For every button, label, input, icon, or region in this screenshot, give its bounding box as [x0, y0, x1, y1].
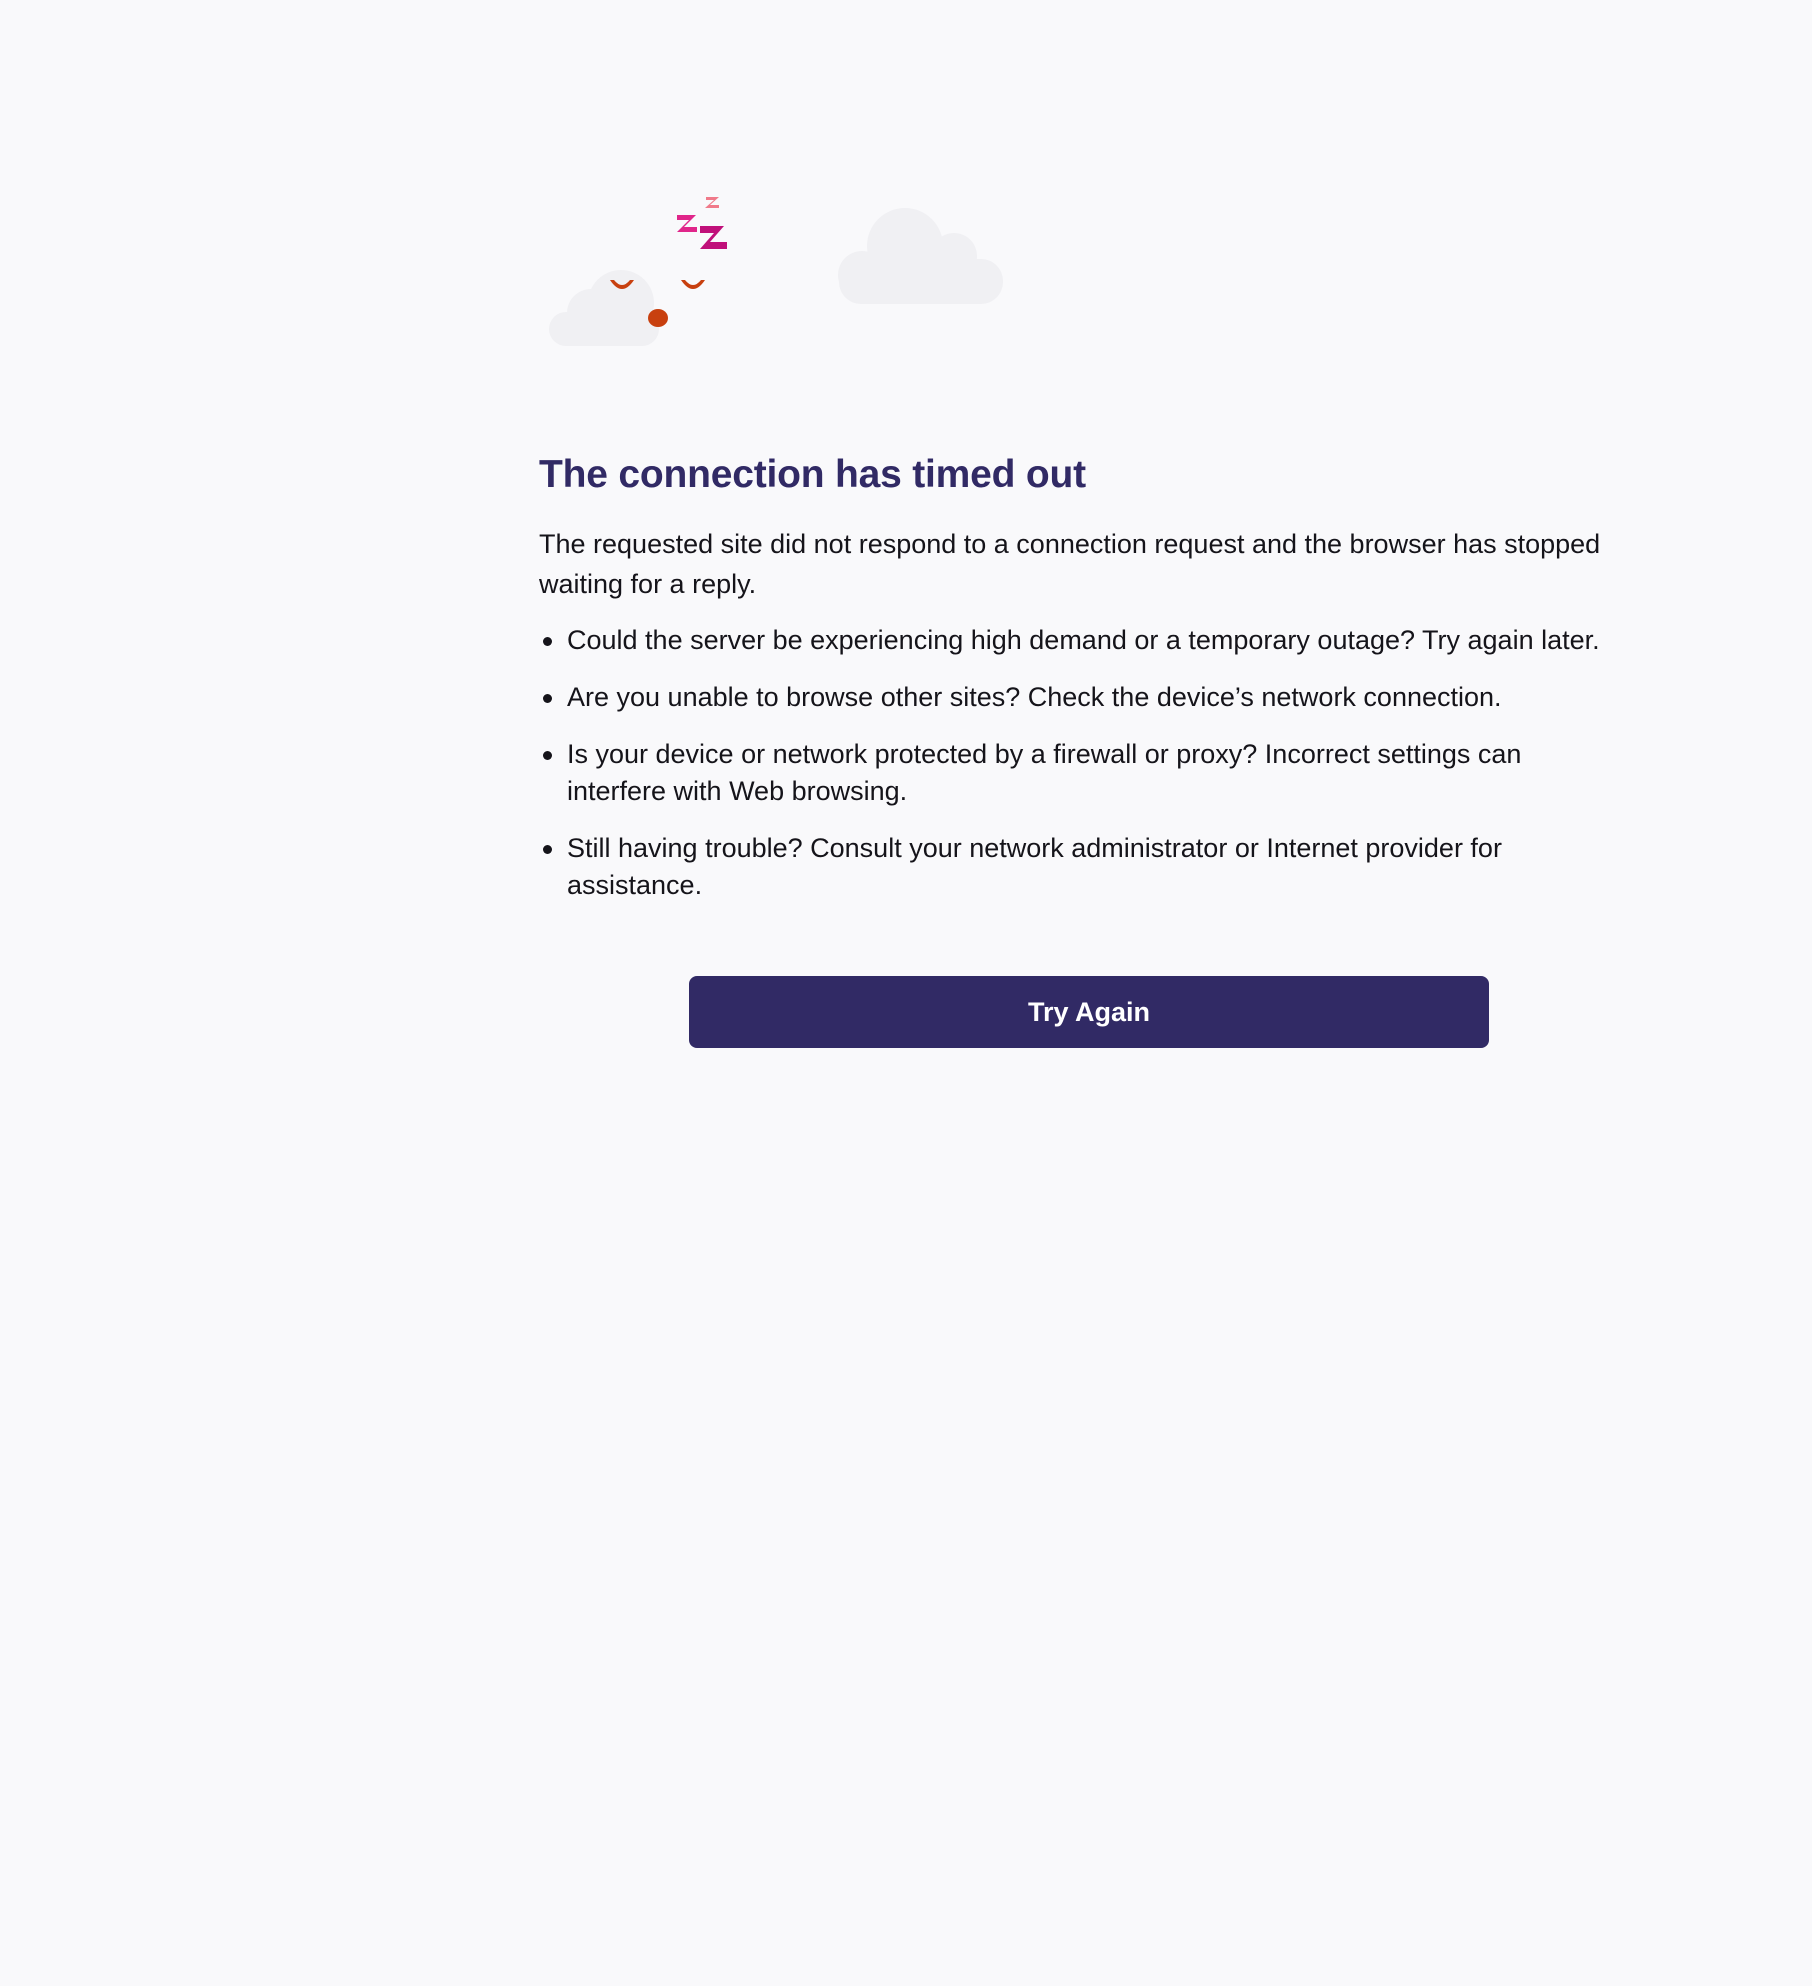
- list-item: Are you unable to browse other sites? Ch…: [539, 679, 1609, 716]
- cloud-icon: [838, 208, 1003, 304]
- page-title: The connection has timed out: [539, 453, 1086, 496]
- tip-text: Are you unable to browse other sites? Ch…: [567, 682, 1502, 712]
- timeout-illustration: [539, 185, 1019, 360]
- bullet-icon: [543, 694, 552, 703]
- list-item: Still having trouble? Consult your netwo…: [539, 830, 1609, 904]
- try-again-button[interactable]: Try Again: [689, 976, 1489, 1048]
- small-cloud-icon: [549, 270, 659, 346]
- troubleshooting-list: Could the server be experiencing high de…: [539, 622, 1609, 924]
- bullet-icon: [543, 845, 552, 854]
- zzz-icon: [677, 197, 727, 249]
- list-item: Could the server be experiencing high de…: [539, 622, 1609, 659]
- list-item: Is your device or network protected by a…: [539, 736, 1609, 810]
- tip-text: Could the server be experiencing high de…: [567, 625, 1600, 655]
- tip-text: Is your device or network protected by a…: [567, 739, 1522, 806]
- bullet-icon: [543, 751, 552, 760]
- bullet-icon: [543, 637, 552, 646]
- tip-text: Still having trouble? Consult your netwo…: [567, 833, 1502, 900]
- error-description: The requested site did not respond to a …: [539, 529, 1601, 599]
